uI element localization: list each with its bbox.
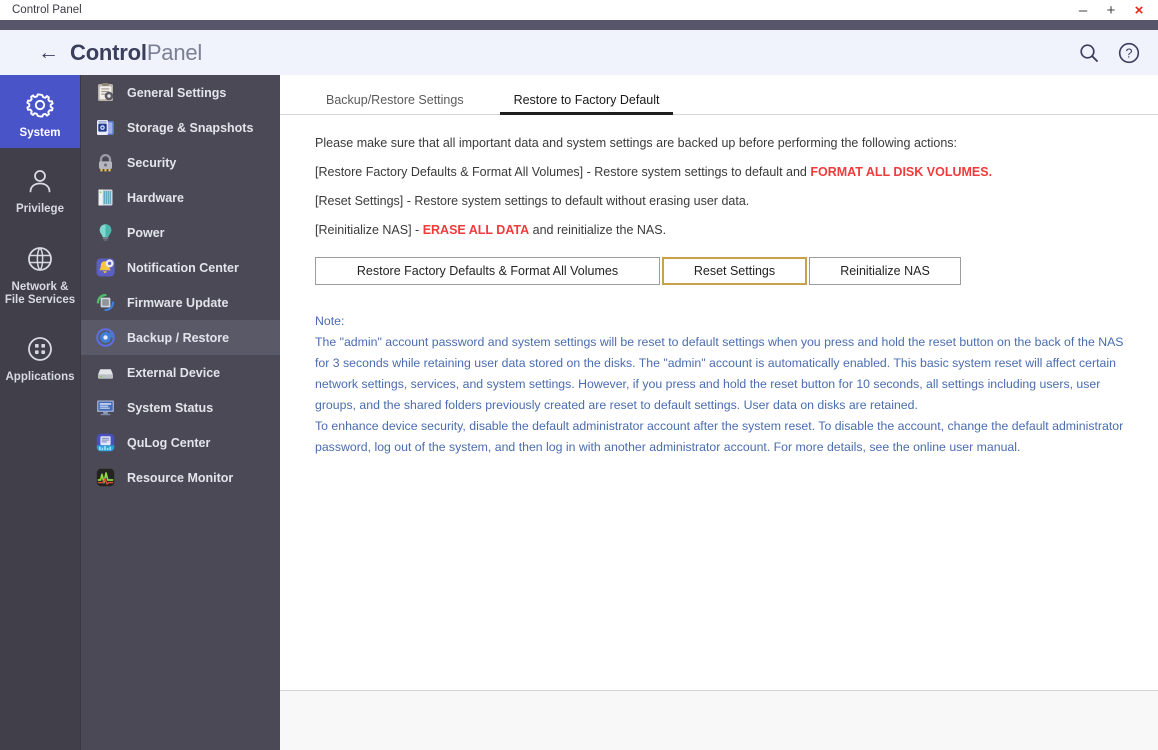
sidebar-item-label: Network & File Services (4, 280, 76, 306)
bulb-icon (95, 222, 116, 243)
menu-item-external-device[interactable]: External Device (81, 355, 280, 390)
action-button-row: Restore Factory Defaults & Format All Vo… (315, 257, 963, 285)
menu-item-label: External Device (127, 365, 221, 380)
tab-backup-restore-settings[interactable]: Backup/Restore Settings (312, 86, 478, 114)
maximize-button[interactable]: + (1098, 0, 1124, 20)
note-line: To enhance device security, disable the … (315, 419, 1124, 433)
sidebar-item-label: System (19, 126, 61, 139)
svg-text:?: ? (1126, 47, 1133, 61)
note-line: for 3 seconds while retaining user data … (315, 356, 1116, 370)
close-button[interactable]: × (1126, 0, 1152, 20)
footer-area (280, 691, 1158, 750)
help-icon[interactable]: ? (1116, 40, 1142, 66)
tab-restore-to-factory-default[interactable]: Restore to Factory Default (499, 86, 674, 115)
gear-icon (25, 88, 55, 122)
menu-item-qulog-center[interactable]: QuLog Center (81, 425, 280, 460)
sidebar-item-network-file-services[interactable]: Network & File Services (0, 226, 80, 316)
bell-gear-icon (95, 257, 116, 278)
firmware-icon (95, 292, 116, 313)
sidebar-rail: System Privilege Network &File Services (0, 75, 80, 750)
instruction-paragraph-1: Please make sure that all important data… (315, 136, 958, 150)
back-arrow-icon[interactable]: ← (38, 42, 62, 64)
external-drive-icon (95, 362, 116, 383)
sidebar-item-label: Privilege (16, 203, 64, 215)
note-line: password, log out of the system, and the… (315, 440, 1021, 454)
instruction-paragraph-2: [Restore Factory Defaults & Format All V… (315, 164, 1135, 180)
menu-item-general-settings[interactable]: General Settings (81, 75, 280, 110)
reset-settings-button[interactable]: Reset Settings (662, 257, 807, 285)
app-header: ← ControlPanel ? (0, 30, 1158, 75)
monitor-icon (95, 397, 116, 418)
resource-monitor-icon (95, 467, 116, 488)
search-icon[interactable] (1076, 40, 1102, 66)
user-icon (25, 164, 55, 198)
qulog-icon (95, 432, 116, 453)
page-title-light: Panel (146, 40, 203, 65)
note-line: The "admin" account password and system … (315, 335, 1124, 349)
menu-item-label: Security (127, 155, 177, 170)
instruction-2-text: [Restore Factory Defaults & Format All V… (315, 165, 811, 179)
menu-item-label: Backup / Restore (127, 330, 230, 345)
window-title: Control Panel (12, 4, 82, 16)
menu-item-backup-restore[interactable]: Backup / Restore (81, 320, 280, 355)
lock-icon (95, 152, 116, 173)
menu-item-resource-monitor[interactable]: Resource Monitor (81, 460, 280, 495)
sidebar-item-system[interactable]: System (0, 75, 80, 148)
menu-item-label: Hardware (127, 190, 184, 205)
restore-factory-defaults-button[interactable]: Restore Factory Defaults & Format All Vo… (315, 257, 660, 285)
menu-item-label: QuLog Center (127, 435, 211, 450)
instruction-2-warning: FORMAT ALL DISK VOLUMES. (810, 165, 993, 179)
header-icon-group: ? (1076, 40, 1142, 66)
menu-item-label: Notification Center (127, 260, 239, 275)
menu-item-label: General Settings (127, 85, 227, 100)
minimize-button[interactable]: – (1070, 0, 1096, 20)
menu-item-storage-snapshots[interactable]: Storage & Snapshots (81, 110, 280, 145)
menu-item-notification-center[interactable]: Notification Center (81, 250, 280, 285)
storage-icon (95, 117, 116, 138)
page-title: ControlPanel (70, 38, 202, 68)
menu-item-hardware[interactable]: Hardware (81, 180, 280, 215)
menu-item-power[interactable]: Power (81, 215, 280, 250)
sidebar-menu: General Settings Storage & Snapshots Sec… (80, 75, 280, 750)
note-line: network settings, services, and system s… (315, 377, 1101, 391)
sidebar-item-label: Applications (5, 371, 75, 383)
note-heading: Note: (315, 314, 345, 328)
tab-bar: Backup/Restore Settings Restore to Facto… (280, 85, 1158, 115)
menu-item-firmware-update[interactable]: Firmware Update (81, 285, 280, 320)
menu-item-label: Power (127, 225, 165, 240)
note-line: groups, and the shared folders previousl… (315, 398, 918, 412)
instruction-4-warning: ERASE ALL DATA (422, 223, 530, 237)
note-block: Note: The "admin" account password and s… (315, 313, 1135, 460)
instruction-paragraph-3: [Reset Settings] - Restore system settin… (315, 194, 750, 208)
backup-restore-icon (95, 327, 116, 348)
hardware-icon (95, 187, 116, 208)
instructions-block: Please make sure that all important data… (315, 135, 1135, 251)
window-titlebar: Control Panel – + × (0, 0, 1158, 20)
menu-item-system-status[interactable]: System Status (81, 390, 280, 425)
sidebar-item-privilege[interactable]: Privilege (0, 148, 80, 226)
main-content: Backup/Restore Settings Restore to Facto… (280, 75, 1158, 690)
page-title-bold: Control (70, 40, 147, 65)
menu-item-security[interactable]: Security (81, 145, 280, 180)
clipboard-gear-icon (95, 82, 116, 103)
sidebar-item-applications[interactable]: Applications (0, 316, 80, 394)
menu-item-label: Storage & Snapshots (127, 120, 254, 135)
instruction-4-pre: [Reinitialize NAS] - (315, 223, 423, 237)
globe-icon (25, 242, 55, 276)
grid-icon (25, 332, 55, 366)
instruction-4-post: and reinitialize the NAS. (529, 223, 667, 237)
window-controls: – + × (1070, 0, 1152, 20)
menu-item-label: Firmware Update (127, 295, 229, 310)
reinitialize-nas-button[interactable]: Reinitialize NAS (809, 257, 961, 285)
instruction-paragraph-4: [Reinitialize NAS] - ERASE ALL DATA and … (315, 222, 1135, 238)
menu-item-label: System Status (127, 400, 214, 415)
menu-item-label: Resource Monitor (127, 470, 234, 485)
window-accent-band (0, 20, 1158, 30)
